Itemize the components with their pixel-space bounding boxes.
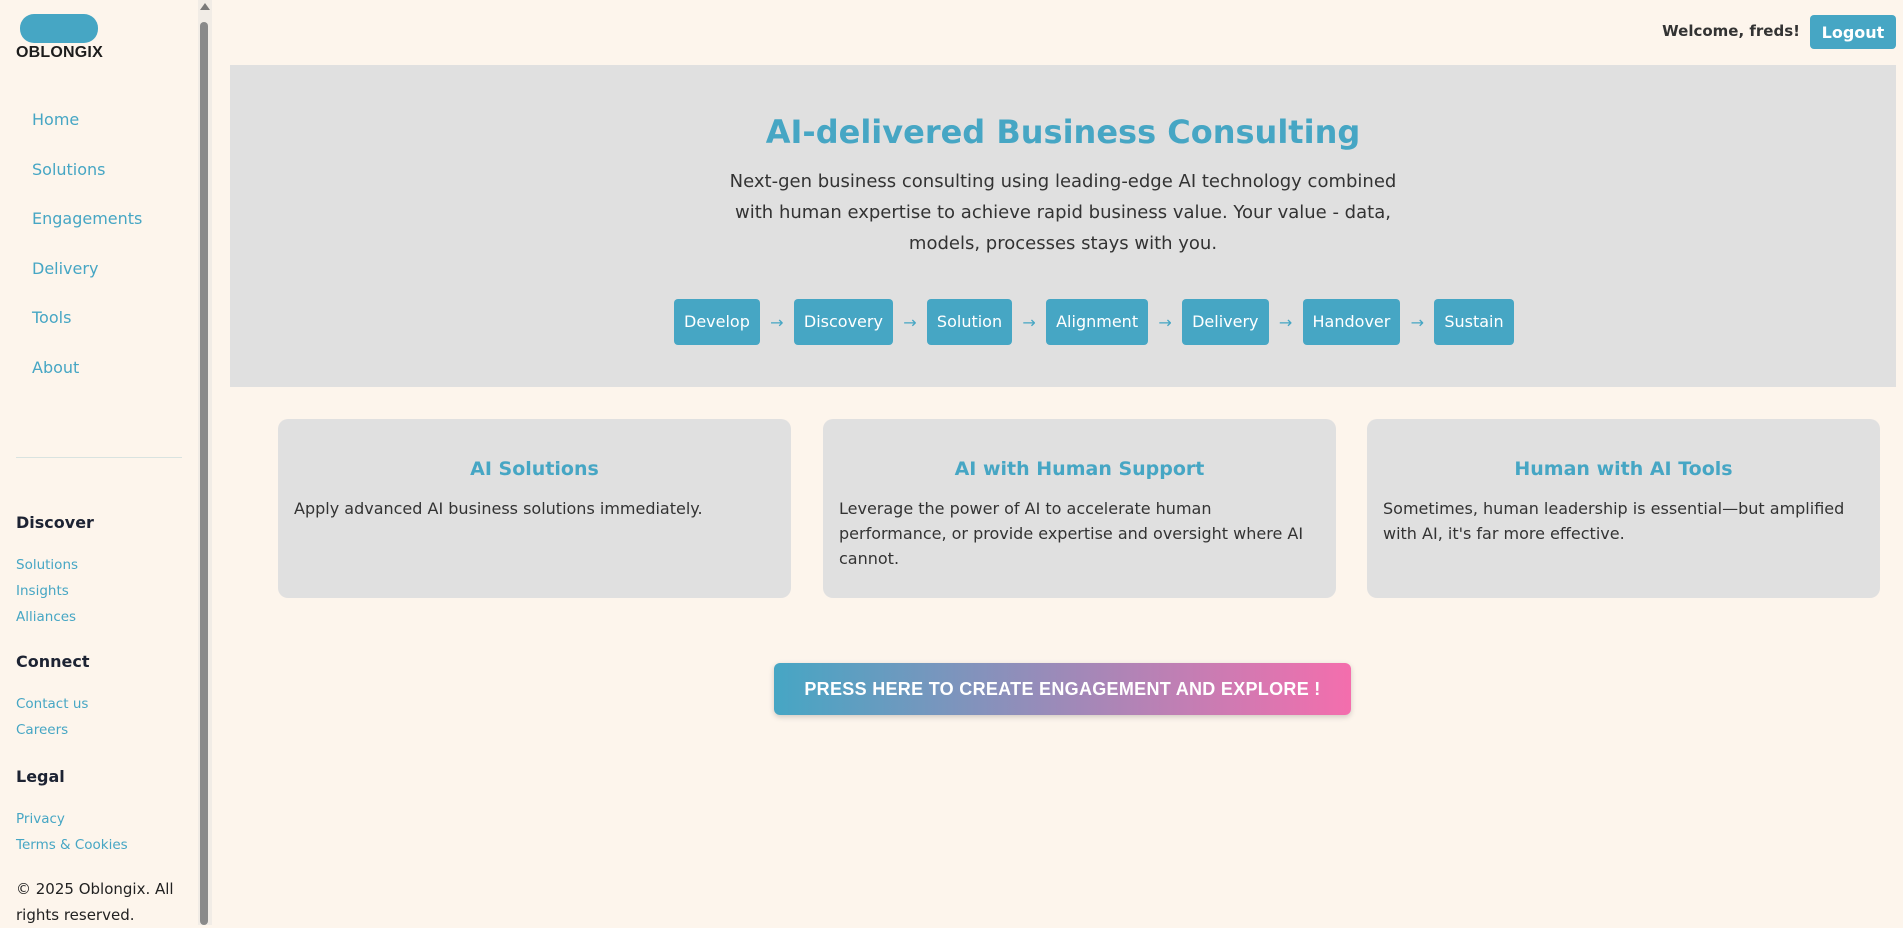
step-discovery[interactable]: Discovery [793,299,893,345]
scroll-up-arrow-icon[interactable] [200,3,210,10]
sidebar-item-solutions[interactable]: Solutions [32,156,142,206]
step-handover[interactable]: Handover [1302,299,1401,345]
sidebar-scrollbar[interactable] [198,0,212,925]
hero-subtitle: Next-gen business consulting using leadi… [729,171,1397,254]
sidebar-divider [16,457,182,458]
footer-link-terms[interactable]: Terms & Cookies [16,832,128,858]
card-text: Sometimes, human leadership is essential… [1383,499,1845,543]
logo-mark [20,14,98,43]
step-sustain[interactable]: Sustain [1434,299,1514,345]
arrow-right-icon: → [1278,312,1293,332]
footer-link-insights[interactable]: Insights [16,578,94,604]
logo[interactable]: OBLONGIX [16,14,103,62]
card-title: AI with Human Support [954,458,1205,480]
sidebar-item-delivery[interactable]: Delivery [32,255,142,305]
footer-connect: Connect Contact us Careers [16,652,90,743]
footer-link-contact[interactable]: Contact us [16,691,90,717]
sidebar: OBLONGIX Home Solutions Engagements Deli… [0,0,200,925]
arrow-right-icon: → [1410,312,1425,332]
step-alignment[interactable]: Alignment [1046,299,1149,345]
footer-link-careers[interactable]: Careers [16,717,90,743]
footer-heading-legal: Legal [16,767,65,786]
logout-button[interactable]: Logout [1810,15,1896,49]
card-text: Apply advanced AI business solutions imm… [294,499,703,518]
footer-legal: Legal Privacy Terms & Cookies [16,767,128,858]
card-title: Human with AI Tools [1514,458,1733,480]
footer-link-alliances[interactable]: Alliances [16,604,94,630]
arrow-right-icon: → [1158,312,1172,332]
copyright: © 2025 Oblongix. All rights reserved. [16,880,174,924]
card-ai-with-human-support[interactable]: AI with Human Support Leverage the power… [823,419,1336,598]
sidebar-item-home[interactable]: Home [32,106,142,156]
footer-discover: Discover Solutions Insights Alliances [16,513,94,630]
scrollbar-thumb[interactable] [200,22,208,925]
card-human-with-ai-tools[interactable]: Human with AI Tools Sometimes, human lea… [1367,419,1880,598]
arrow-right-icon: → [1022,312,1036,332]
arrow-right-icon: → [903,312,917,332]
footer-heading-connect: Connect [16,652,90,671]
footer-heading-discover: Discover [16,513,94,532]
process-steps: Develop → Discovery → Solution → Alignme… [674,299,1514,345]
card-text: Leverage the power of AI to accelerate h… [839,499,1304,568]
footer-link-solutions[interactable]: Solutions [16,552,94,578]
card-title: AI Solutions [470,458,599,480]
arrow-right-icon: → [770,312,784,332]
sidebar-item-engagements[interactable]: Engagements [32,205,142,255]
sidebar-item-tools[interactable]: Tools [32,304,142,354]
step-delivery[interactable]: Delivery [1182,299,1269,345]
hero-title: AI-delivered Business Consulting [765,113,1361,151]
sidebar-item-about[interactable]: About [32,354,142,404]
step-develop[interactable]: Develop [674,299,760,345]
step-solution[interactable]: Solution [926,299,1013,345]
welcome-text: Welcome, freds! [1662,22,1800,40]
card-ai-solutions[interactable]: AI Solutions Apply advanced AI business … [278,419,791,598]
hero-section: AI-delivered Business Consulting Next-ge… [230,65,1896,387]
create-engagement-button[interactable]: PRESS HERE TO CREATE ENGAGEMENT AND EXPL… [774,663,1351,715]
logo-text: OBLONGIX [16,44,103,61]
sidebar-nav: Home Solutions Engagements Delivery Tool… [32,106,142,403]
footer-link-privacy[interactable]: Privacy [16,806,128,832]
